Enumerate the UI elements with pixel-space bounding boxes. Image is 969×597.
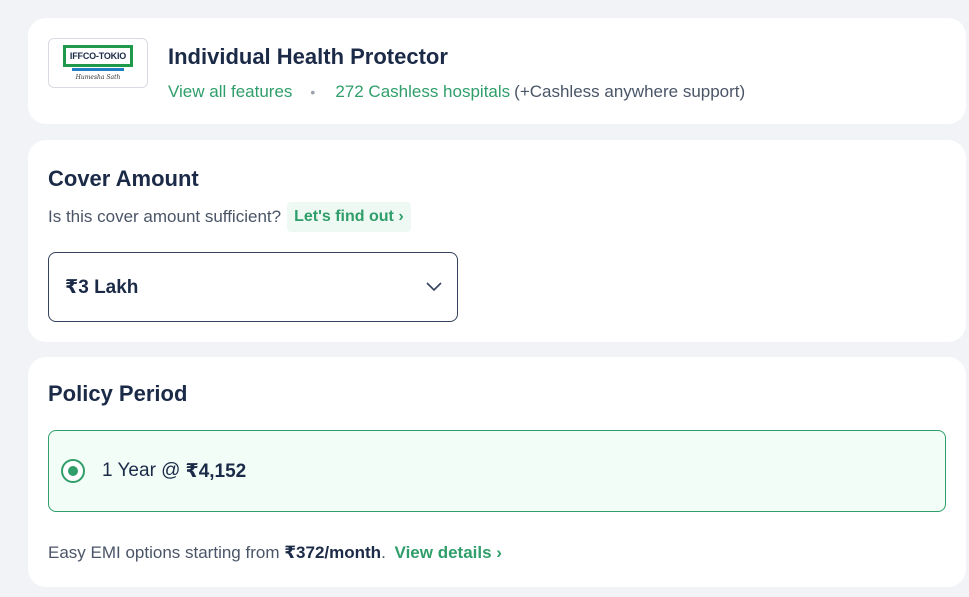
insurer-logo-mark: IFFCO-TOKIO [63,45,133,71]
lets-find-out-button[interactable]: Let's find out › [287,202,411,232]
policy-period-option-1-year[interactable]: 1 Year @ ₹4,152 [48,430,946,512]
emi-amount: ₹372/month [284,543,382,562]
policy-period-option-label: 1 Year @ [102,460,181,481]
plan-card: IFFCO-TOKIO Humesha Sath Individual Heal… [28,18,966,124]
cover-question-text: Is this cover amount sufficient? [48,207,282,226]
radio-button-selected[interactable] [61,459,85,483]
view-all-features-link[interactable]: View all features [168,82,292,102]
logo-stripe [72,68,124,71]
view-details-link[interactable]: View details › [395,543,502,562]
cover-amount-title: Cover Amount [48,166,199,191]
policy-period-option-price: ₹4,152 [185,460,247,482]
chevron-down-icon [426,282,442,292]
cover-question-row: Is this cover amount sufficient? Let's f… [48,202,411,232]
policy-period-card: Policy Period 1 Year @ ₹4,152 Easy EMI o… [28,357,966,587]
emi-info: Easy EMI options starting from ₹372/mont… [48,543,502,563]
emi-separator: . [381,543,386,562]
cover-amount-value: ₹3 Lakh [65,276,139,298]
cover-amount-select[interactable]: ₹3 Lakh [48,252,458,322]
insurer-logo-tagline: Humesha Sath [75,74,121,81]
separator-dot: • [310,84,316,100]
cashless-anywhere-note: (+Cashless anywhere support) [514,82,746,101]
insurer-logo-text: IFFCO-TOKIO [69,51,127,61]
plan-title: Individual Health Protector [168,44,448,69]
cover-amount-card: Cover Amount Is this cover amount suffic… [28,140,966,342]
cashless-hospitals-link[interactable]: 272 Cashless hospitals [335,82,510,102]
plan-links: View all features • 272 Cashless hospita… [168,82,745,102]
emi-text: Easy EMI options starting from [48,543,280,562]
policy-period-title: Policy Period [48,381,188,406]
insurer-logo: IFFCO-TOKIO Humesha Sath [48,38,148,88]
radio-dot-icon [68,466,78,476]
